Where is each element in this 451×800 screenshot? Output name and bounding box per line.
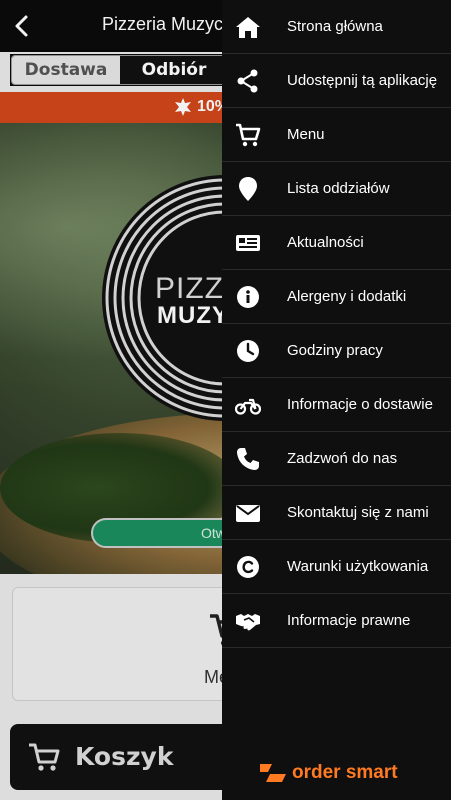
handshake-icon [236,614,260,631]
drawer-item-news[interactable]: Aktualności [222,216,451,270]
drawer-item-label: Warunki użytkowania [287,558,429,575]
phone-icon [237,448,259,470]
drawer-item-terms[interactable]: Warunki użytkowania [222,540,451,594]
drawer-item-call[interactable]: Zadzwoń do nas [222,432,451,486]
info-icon [237,286,259,308]
order-smart-logo-icon [260,764,286,782]
drawer-item-branches[interactable]: Lista oddziałów [222,162,451,216]
drawer-item-label: Udostępnij tą aplikację [287,72,438,89]
envelope-icon [236,505,260,522]
motorcycle-icon [235,398,261,415]
home-icon [236,17,260,38]
drawer-item-label: Informacje prawne [287,612,411,629]
news-icon [236,235,260,251]
drawer-item-label: Lista oddziałów [287,180,390,197]
navigation-drawer: Strona główna Udostępnij tą aplikację Me… [222,0,451,800]
drawer-item-label: Menu [287,126,325,143]
drawer-item-allergens[interactable]: Alergeny i dodatki [222,270,451,324]
drawer-item-menu[interactable]: Menu [222,108,451,162]
cart-icon [236,123,261,147]
drawer-item-label: Strona główna [287,18,383,35]
drawer-item-label: Skontaktuj się z nami [287,504,429,521]
drawer-item-hours[interactable]: Godziny pracy [222,324,451,378]
drawer-item-label: Zadzwoń do nas [287,450,398,467]
drawer-item-label: Informacje o dostawie [287,396,433,413]
drawer-item-delivery-info[interactable]: Informacje o dostawie [222,378,451,432]
brand-text: order smart [292,762,398,783]
share-icon [237,69,258,93]
drawer-item-legal[interactable]: Informacje prawne [222,594,451,648]
drawer-item-label: Godziny pracy [287,342,383,359]
location-pin-icon [239,177,257,201]
order-smart-brand: order smart [258,760,428,786]
drawer-item-share[interactable]: Udostępnij tą aplikację [222,54,451,108]
drawer-item-label: Alergeny i dodatki [287,288,407,305]
copyright-icon [237,556,259,578]
drawer-item-label: Aktualności [287,234,364,251]
clock-icon [237,340,259,362]
drawer-item-home[interactable]: Strona główna [222,0,451,54]
drawer-item-contact[interactable]: Skontaktuj się z nami [222,486,451,540]
